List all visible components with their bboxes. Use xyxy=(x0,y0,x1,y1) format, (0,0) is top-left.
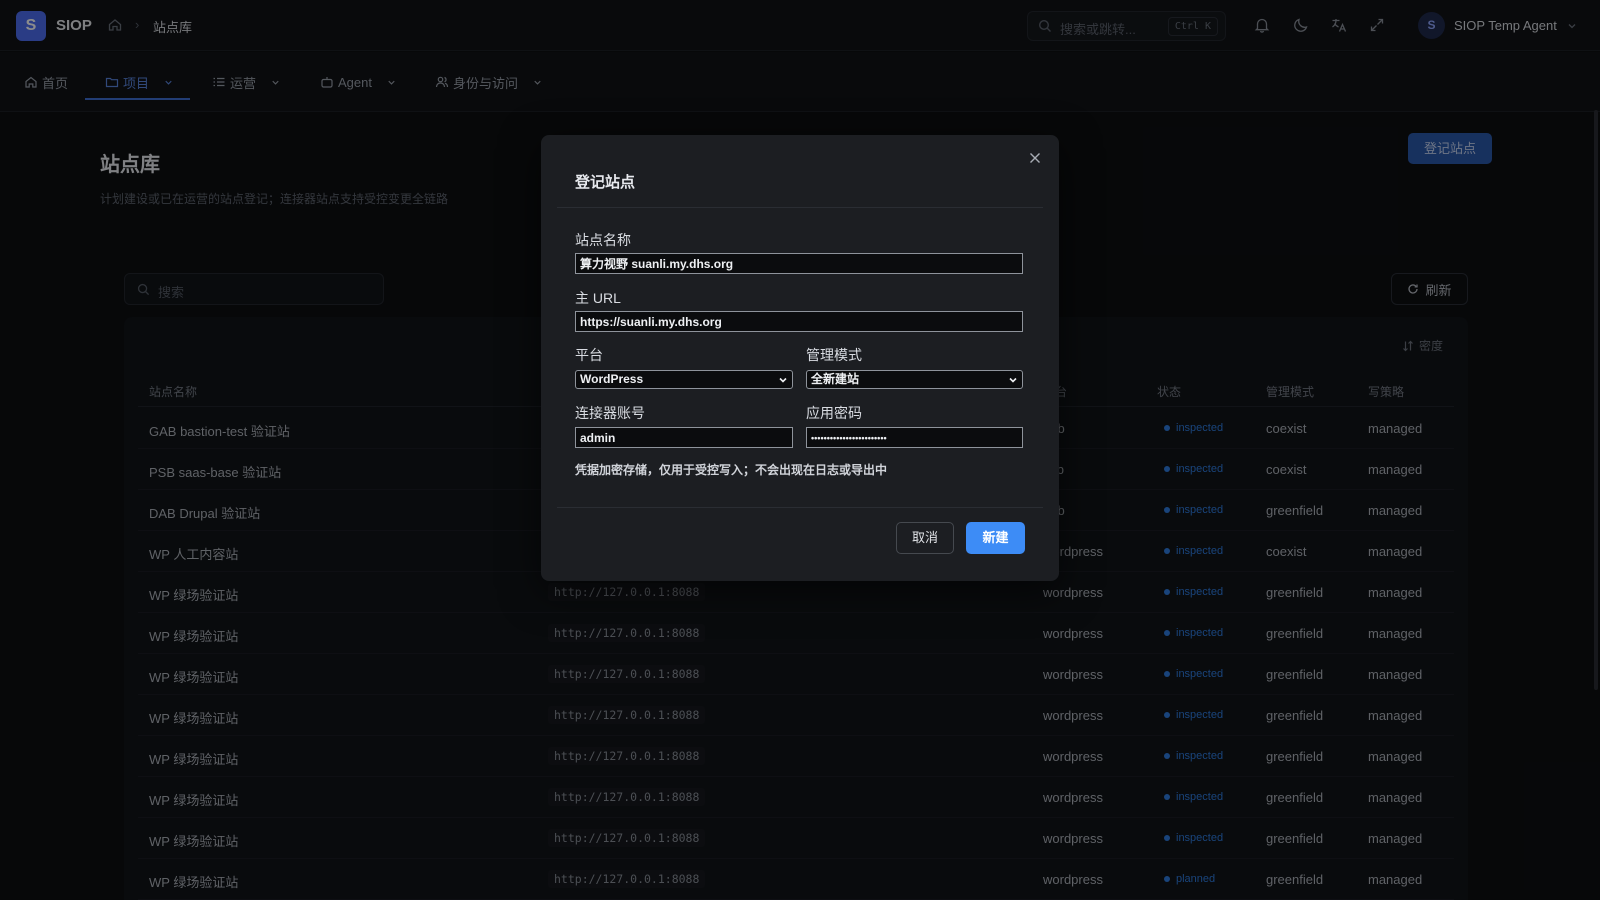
password-label: 应用密码 xyxy=(806,405,862,421)
chevron-down-icon xyxy=(1009,377,1017,383)
dialog-divider xyxy=(557,507,1043,508)
mode-label: 管理模式 xyxy=(806,347,862,363)
url-field[interactable] xyxy=(575,311,1023,332)
close-icon[interactable] xyxy=(1028,151,1042,165)
account-field[interactable] xyxy=(575,427,793,448)
site-name-label: 站点名称 xyxy=(575,232,631,248)
cancel-button[interactable]: 取消 xyxy=(896,522,954,554)
chevron-down-icon xyxy=(779,377,787,383)
credential-hint: 凭据加密存储，仅用于受控写入；不会出现在日志或导出中 xyxy=(575,463,888,477)
account-label: 连接器账号 xyxy=(575,405,645,421)
create-button[interactable]: 新建 xyxy=(966,522,1025,554)
register-site-dialog: 登记站点 站点名称 主 URL 平台 WordPress 管理模式 全新建站 连… xyxy=(541,135,1059,581)
mode-select[interactable]: 全新建站 xyxy=(806,370,1023,389)
mode-selected: 全新建站 xyxy=(811,372,860,386)
dialog-title: 登记站点 xyxy=(575,174,636,191)
dialog-divider xyxy=(557,207,1043,208)
site-name-field[interactable] xyxy=(575,253,1023,274)
platform-selected: WordPress xyxy=(580,372,644,386)
url-label: 主 URL xyxy=(575,290,621,306)
platform-select[interactable]: WordPress xyxy=(575,370,793,389)
password-field[interactable] xyxy=(806,427,1023,448)
platform-label: 平台 xyxy=(575,347,603,363)
